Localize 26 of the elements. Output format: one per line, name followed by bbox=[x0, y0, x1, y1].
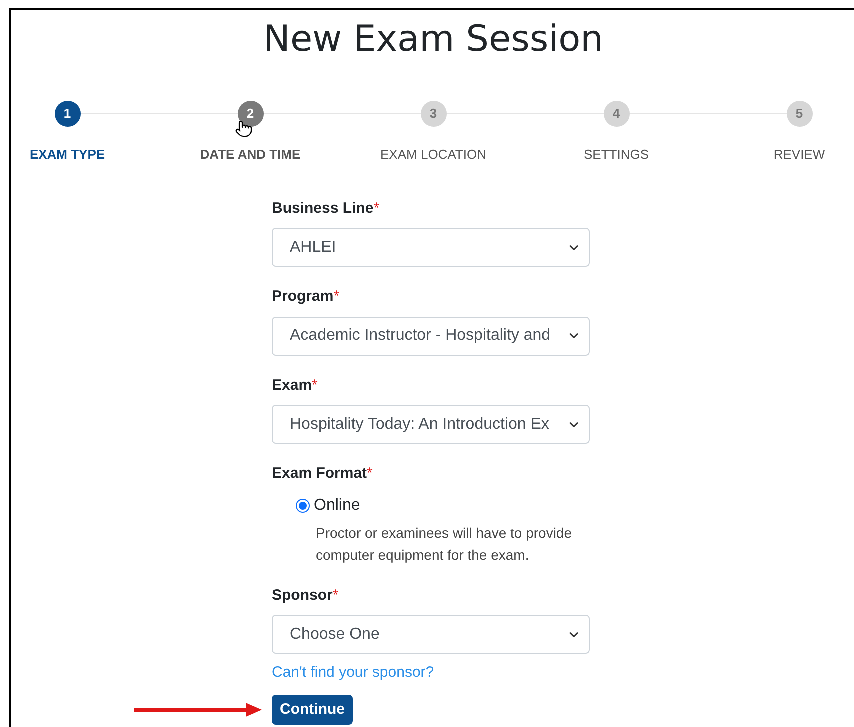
dropdown-field[interactable]: Hospitality Today: An Introduction Ex bbox=[272, 405, 590, 444]
required-mark: * bbox=[367, 464, 373, 484]
arrow-icon bbox=[134, 702, 262, 717]
field-label: Program bbox=[272, 287, 334, 307]
required-mark: * bbox=[332, 586, 339, 606]
dropdown-field[interactable]: Academic Instructor - Hospitality and bbox=[272, 316, 590, 356]
required-mark: * bbox=[312, 376, 318, 396]
required-mark: * bbox=[374, 198, 380, 218]
field-label: Business Line bbox=[272, 198, 374, 218]
dropdown-field[interactable]: Choose One bbox=[272, 615, 590, 654]
step-label: DATE AND TIME bbox=[200, 146, 301, 164]
step-label: EXAM TYPE bbox=[30, 146, 106, 164]
step-label: SETTINGS bbox=[584, 146, 649, 164]
field-label: Exam Format bbox=[272, 464, 368, 484]
required-mark: * bbox=[334, 287, 340, 307]
step-label: EXAM LOCATION bbox=[380, 146, 486, 164]
hand-cursor-icon bbox=[235, 119, 253, 139]
dropdown-field[interactable]: AHLEI bbox=[272, 228, 590, 267]
field-label: Sponsor bbox=[272, 586, 333, 606]
radio-label: Online bbox=[314, 496, 360, 516]
radio-button[interactable] bbox=[296, 498, 310, 512]
field-label: Exam bbox=[272, 376, 312, 396]
step-label: REVIEW bbox=[774, 146, 826, 164]
page-title: New Exam Session bbox=[262, 18, 604, 62]
continue-button[interactable]: Continue bbox=[272, 694, 353, 725]
option-description: Proctor or examinees will have to provide computer equipment for the exam. bbox=[315, 524, 574, 565]
